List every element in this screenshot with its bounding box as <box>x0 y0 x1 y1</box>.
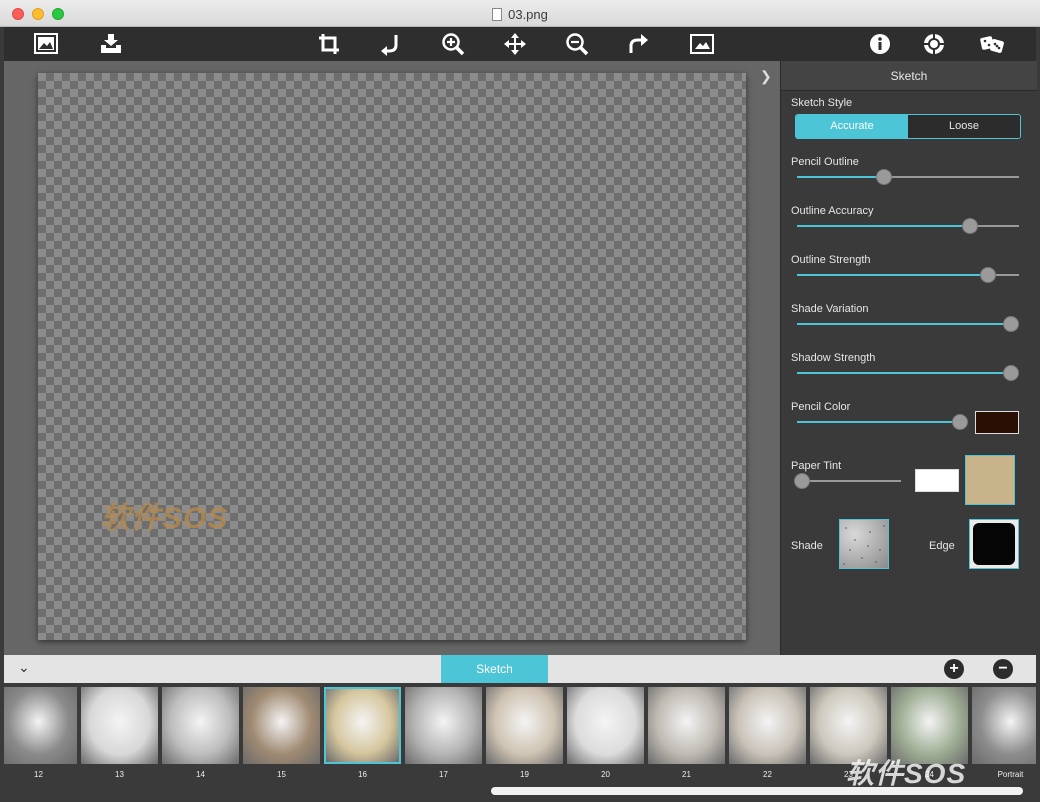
pencil-color-swatch[interactable] <box>975 411 1019 434</box>
paper-tint-color-swatch[interactable] <box>915 469 959 492</box>
canvas-watermark: 软件SOS <box>100 502 229 535</box>
shadow-strength-slider[interactable] <box>797 365 1019 381</box>
preset-thumbnail-image <box>162 687 239 764</box>
preset-thumbnail-label: 16 <box>358 770 367 779</box>
shade-variation-slider[interactable] <box>797 316 1019 332</box>
crop-icon[interactable] <box>315 30 343 58</box>
preset-thumbnail-image <box>972 687 1036 764</box>
outline-strength-label: Outline Strength <box>791 254 871 266</box>
preset-thumbnail-label: 13 <box>115 770 124 779</box>
info-icon[interactable] <box>866 30 894 58</box>
collapse-panel-chevron-icon[interactable]: ❯ <box>760 68 772 85</box>
sketch-style-label: Sketch Style <box>791 97 853 109</box>
add-preset-button[interactable]: + <box>944 659 964 679</box>
preset-thumbnail[interactable]: 12 <box>4 687 77 781</box>
app-window: 03.png 软件SOS ❯ Sketch Sketch Style Accur… <box>0 0 1040 802</box>
shade-texture-thumbnail[interactable] <box>839 519 889 569</box>
preset-thumbnail[interactable]: 20 <box>567 687 644 781</box>
preset-thumbnail-image <box>4 687 77 764</box>
window-title-text: 03.png <box>508 7 548 22</box>
move-icon[interactable] <box>501 30 529 58</box>
sketch-style-loose-button[interactable]: Loose <box>908 115 1020 138</box>
preset-thumbnail[interactable]: 16 <box>324 687 401 781</box>
preset-thumbnail-image <box>729 687 806 764</box>
slider-thumb[interactable] <box>979 267 996 283</box>
image-canvas[interactable]: 软件SOS <box>38 73 746 640</box>
panel-title: Sketch <box>781 61 1037 91</box>
title-bar: 03.png <box>0 0 1040 27</box>
preset-thumbnail[interactable]: 19 <box>486 687 563 781</box>
outline-strength-slider[interactable] <box>797 267 1019 283</box>
preset-thumbnail-label: 14 <box>196 770 205 779</box>
paper-tint-label: Paper Tint <box>791 460 842 472</box>
slider-thumb[interactable] <box>962 218 979 234</box>
preset-thumbnail-label: 19 <box>520 770 529 779</box>
preset-thumbnail-image <box>81 687 158 764</box>
preset-thumbnail-label: 20 <box>601 770 610 779</box>
pencil-outline-slider[interactable] <box>797 169 1019 185</box>
preset-thumbnail-label: 22 <box>763 770 772 779</box>
preset-thumbnail-image <box>324 687 401 764</box>
shadow-strength-label: Shadow Strength <box>791 352 876 364</box>
settings-icon[interactable] <box>920 30 948 58</box>
preset-thumbnail-image <box>405 687 482 764</box>
slider-thumb[interactable] <box>1003 365 1019 381</box>
window-title: 03.png <box>0 0 1040 27</box>
preset-thumbnail[interactable]: 14 <box>162 687 239 781</box>
paper-texture-thumbnail[interactable] <box>965 455 1015 505</box>
tab-sketch[interactable]: Sketch <box>441 655 548 683</box>
edge-label: Edge <box>929 540 955 552</box>
preset-thumbnail-label: 12 <box>34 770 43 779</box>
fit-image-icon[interactable] <box>688 30 716 58</box>
bottom-watermark: 软件SOS <box>846 758 967 789</box>
zoom-out-icon[interactable] <box>563 30 591 58</box>
slider-thumb[interactable] <box>794 473 811 489</box>
remove-preset-button[interactable]: − <box>993 659 1013 679</box>
preset-thumbnail-image <box>567 687 644 764</box>
toolbar <box>4 27 1036 61</box>
pencil-color-slider[interactable] <box>797 414 969 430</box>
preset-thumbnail-label: 17 <box>439 770 448 779</box>
rotate-right-icon[interactable] <box>625 30 653 58</box>
shade-variation-label: Shade Variation <box>791 303 869 315</box>
file-icon <box>492 8 503 21</box>
outline-accuracy-slider[interactable] <box>797 218 1019 234</box>
pencil-color-label: Pencil Color <box>791 401 851 413</box>
preset-thumbnail-image <box>486 687 563 764</box>
shade-label: Shade <box>791 540 823 552</box>
preset-thumbnail[interactable]: 17 <box>405 687 482 781</box>
preset-bar: ⌄ Sketch + − <box>4 655 1036 683</box>
sketch-style-accurate-button[interactable]: Accurate <box>796 115 908 138</box>
preset-thumbnail[interactable]: 15 <box>243 687 320 781</box>
open-image-icon[interactable] <box>32 30 60 58</box>
preset-thumbnail-label: 21 <box>682 770 691 779</box>
sketch-panel: Sketch Sketch Style Accurate Loose Penci… <box>780 61 1037 655</box>
preset-thumbnail[interactable]: Portrait <box>972 687 1036 781</box>
slider-thumb[interactable] <box>875 169 892 185</box>
slider-thumb[interactable] <box>1003 316 1019 332</box>
canvas-area[interactable]: 软件SOS <box>4 61 780 655</box>
preset-thumbnail-image <box>243 687 320 764</box>
rotate-left-icon[interactable] <box>376 30 404 58</box>
sketch-style-segmented-control: Accurate Loose <box>795 114 1021 139</box>
collapse-filmstrip-chevron-down-icon[interactable]: ⌄ <box>18 659 30 676</box>
preset-thumbnail[interactable]: 21 <box>648 687 725 781</box>
preset-thumbnail[interactable]: 22 <box>729 687 806 781</box>
zoom-in-icon[interactable] <box>439 30 467 58</box>
preset-thumbnail[interactable]: 13 <box>81 687 158 781</box>
save-icon[interactable] <box>97 30 125 58</box>
paper-tint-slider[interactable] <box>794 473 901 489</box>
slider-thumb[interactable] <box>952 414 969 430</box>
preset-thumbnail-label: 15 <box>277 770 286 779</box>
edge-texture-thumbnail[interactable] <box>969 519 1019 569</box>
pencil-outline-label: Pencil Outline <box>791 156 859 168</box>
preset-thumbnail-image <box>648 687 725 764</box>
preset-thumbnail-label: Portrait <box>997 770 1024 779</box>
random-dice-icon[interactable] <box>978 30 1006 58</box>
outline-accuracy-label: Outline Accuracy <box>791 205 874 217</box>
